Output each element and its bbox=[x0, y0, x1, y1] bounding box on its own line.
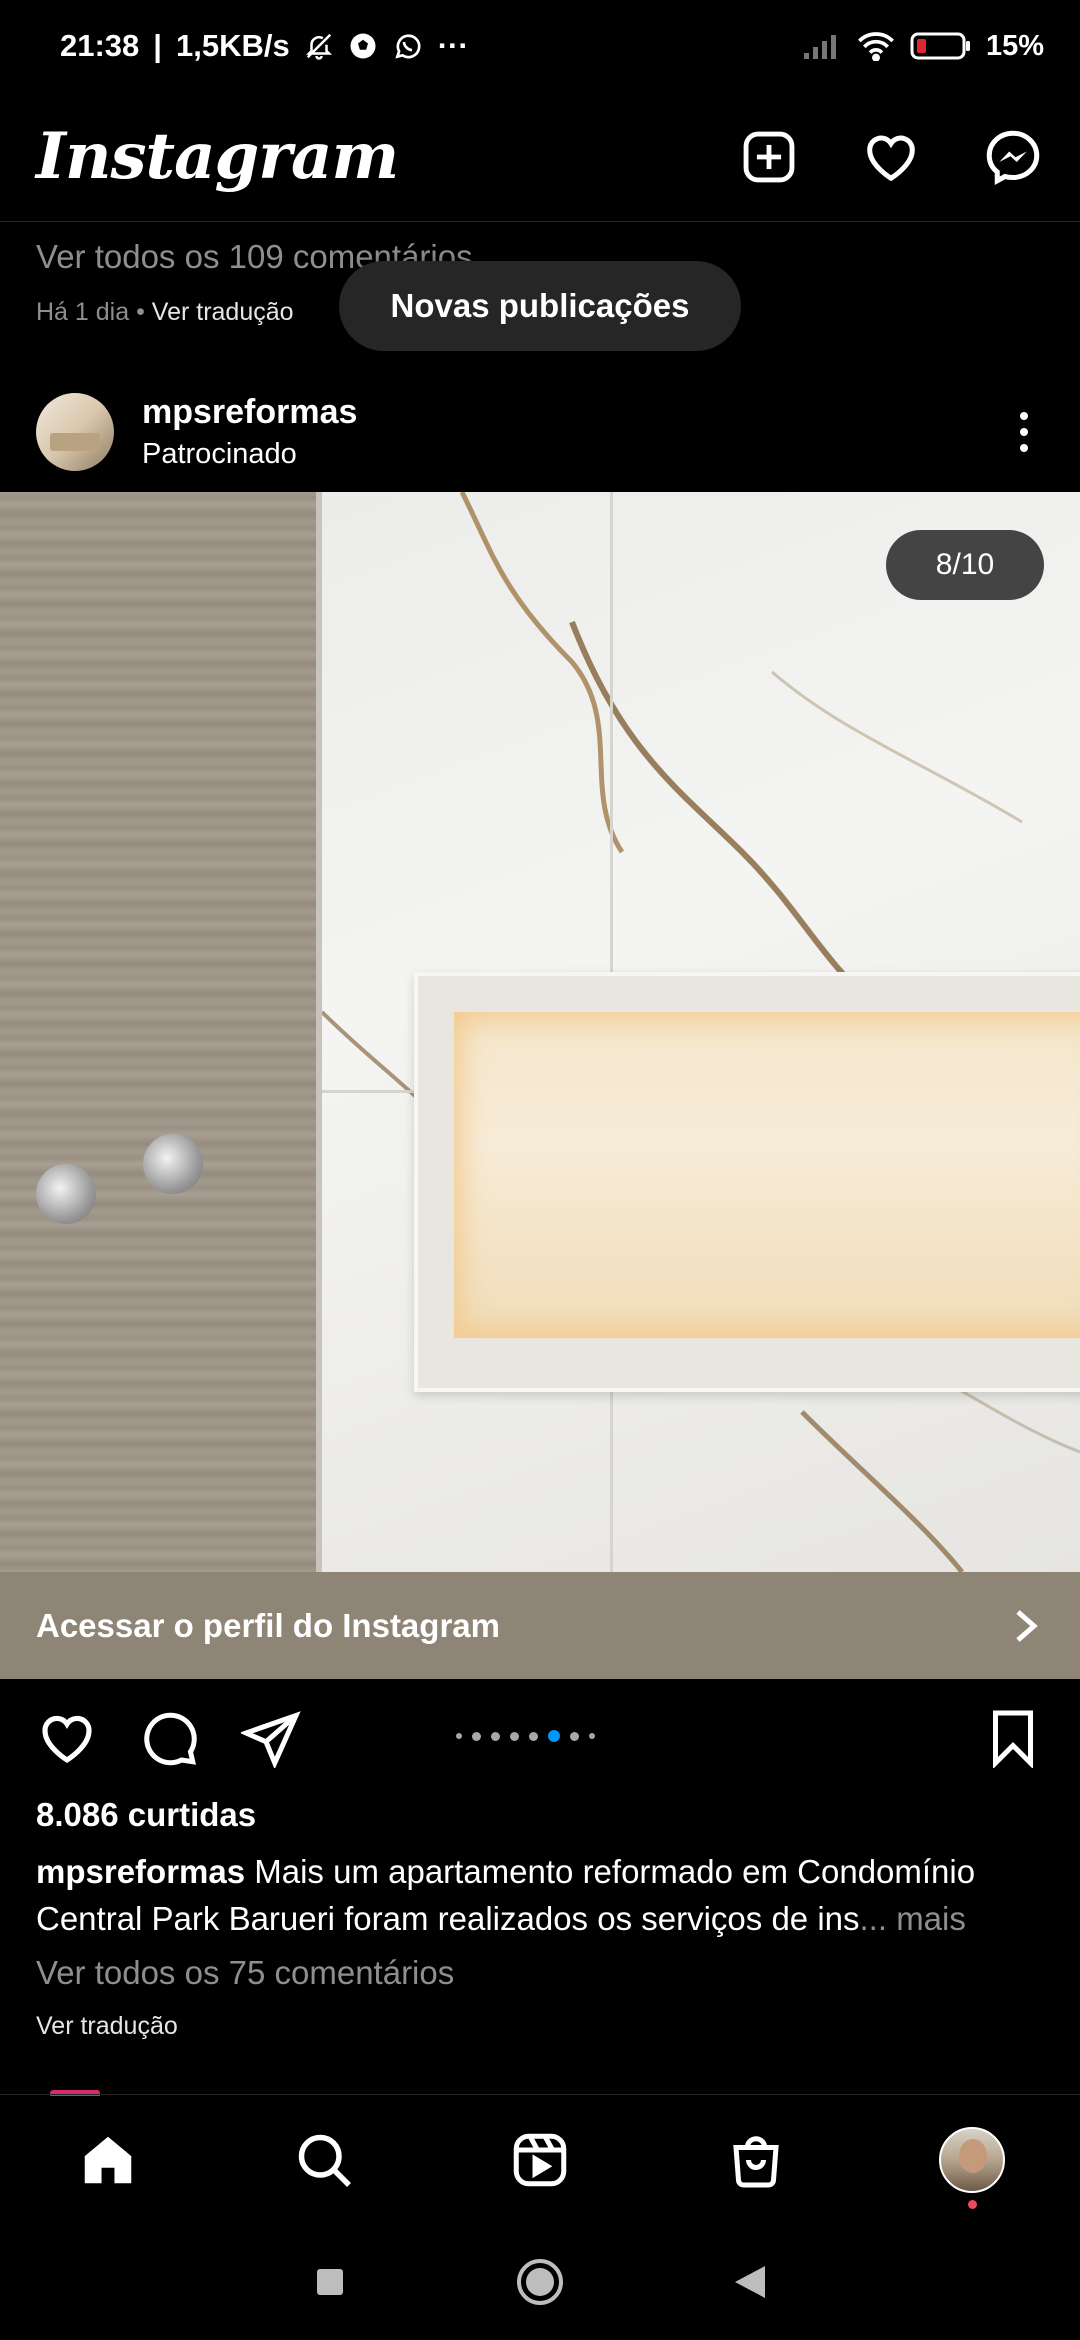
battery-icon bbox=[910, 31, 972, 61]
shower-valve-left bbox=[36, 1164, 96, 1224]
more-options-button[interactable] bbox=[1004, 402, 1044, 462]
caption-username[interactable]: mpsreformas bbox=[36, 1853, 245, 1890]
view-comments-link[interactable]: Ver todos os 75 comentários bbox=[36, 1954, 454, 1992]
status-overflow: ··· bbox=[437, 28, 469, 63]
wifi-icon bbox=[856, 31, 896, 61]
carousel-dot-active bbox=[548, 1730, 560, 1742]
new-post-icon bbox=[743, 131, 795, 182]
carousel-dot bbox=[529, 1731, 538, 1741]
post-caption: mpsreformas Mais um apartamento reformad… bbox=[36, 1848, 1046, 1942]
search-icon bbox=[298, 2134, 351, 2187]
previous-post-meta: Há 1 dia • Ver tradução bbox=[36, 298, 294, 326]
home-system-button[interactable] bbox=[510, 2252, 570, 2312]
nav-reels[interactable] bbox=[505, 2125, 575, 2195]
post-username[interactable]: mpsreformas bbox=[142, 393, 357, 432]
likes-count[interactable]: 8.086 curtidas bbox=[36, 1796, 256, 1834]
shop-icon bbox=[733, 2135, 779, 2187]
reels-icon bbox=[513, 2133, 567, 2186]
notification-dot bbox=[968, 2199, 977, 2209]
battery-percent: 15% bbox=[985, 29, 1044, 62]
cta-label: Acessar o perfil do Instagram bbox=[36, 1606, 500, 1644]
status-bar: 21:38 | 1,5KB/s ··· 15% bbox=[60, 28, 1044, 63]
status-time: 21:38 bbox=[60, 28, 140, 63]
nav-home[interactable] bbox=[73, 2125, 143, 2195]
messenger-icon bbox=[986, 130, 1040, 185]
soccer-ball-icon bbox=[348, 31, 378, 61]
comment-button[interactable] bbox=[138, 1707, 200, 1769]
profile-avatar bbox=[939, 2126, 1005, 2193]
home-circle-icon bbox=[517, 2259, 563, 2305]
carousel-counter: 8/10 bbox=[886, 530, 1044, 600]
system-nav-bar bbox=[0, 2224, 1080, 2340]
nav-profile[interactable] bbox=[937, 2125, 1007, 2209]
home-icon bbox=[84, 2136, 132, 2183]
shower-valve-right bbox=[143, 1134, 203, 1194]
recents-button[interactable] bbox=[300, 2252, 360, 2312]
heart-icon bbox=[867, 135, 915, 181]
carousel-dot bbox=[589, 1733, 595, 1739]
app-header: Instagram bbox=[0, 92, 1080, 222]
post-actions bbox=[0, 1700, 1080, 1776]
whatsapp-icon bbox=[392, 30, 424, 62]
recents-icon bbox=[317, 2269, 343, 2295]
share-button[interactable] bbox=[240, 1707, 302, 1769]
new-posts-button[interactable]: Novas publicações bbox=[339, 261, 741, 351]
nav-search[interactable] bbox=[289, 2125, 359, 2195]
carousel-dot bbox=[491, 1731, 500, 1741]
bell-off-icon bbox=[304, 31, 334, 61]
bottom-nav bbox=[0, 2094, 1080, 2224]
save-button[interactable] bbox=[982, 1707, 1044, 1769]
network-speed: 1,5KB/s bbox=[175, 28, 290, 63]
carousel-dot bbox=[510, 1731, 519, 1741]
post-header: mpsreformas Patrocinado bbox=[0, 372, 1080, 492]
more-icon bbox=[1020, 412, 1028, 420]
sponsored-label: Patrocinado bbox=[142, 438, 297, 470]
signal-icon bbox=[802, 31, 842, 61]
like-button[interactable] bbox=[36, 1707, 98, 1769]
caption-more-link[interactable]: ... mais bbox=[860, 1900, 966, 1937]
back-icon bbox=[735, 2266, 765, 2298]
post-avatar[interactable] bbox=[36, 393, 114, 471]
new-post-button[interactable] bbox=[738, 126, 800, 188]
post-image[interactable]: 8/10 bbox=[0, 492, 1080, 1572]
carousel-indicator bbox=[456, 1730, 595, 1742]
carousel-dot bbox=[570, 1731, 579, 1741]
carousel-dot bbox=[472, 1731, 481, 1741]
visit-profile-cta[interactable]: Acessar o perfil do Instagram bbox=[0, 1572, 1080, 1679]
lit-niche bbox=[414, 972, 1080, 1392]
back-button[interactable] bbox=[720, 2252, 780, 2312]
heart-icon bbox=[42, 1715, 92, 1763]
activity-button[interactable] bbox=[860, 126, 922, 188]
chevron-right-icon bbox=[1008, 1608, 1044, 1644]
previous-post-time: Há 1 dia bbox=[36, 298, 130, 326]
comment-icon bbox=[144, 1712, 197, 1766]
previous-translate-link[interactable]: Ver tradução bbox=[152, 298, 294, 326]
instagram-logo[interactable]: Instagram bbox=[36, 119, 399, 194]
send-icon bbox=[241, 1711, 301, 1768]
nav-shop[interactable] bbox=[721, 2125, 791, 2195]
bookmark-icon bbox=[993, 1710, 1033, 1768]
carousel-dot bbox=[456, 1733, 462, 1739]
wood-panel bbox=[0, 492, 318, 1572]
translate-link[interactable]: Ver tradução bbox=[36, 2012, 178, 2041]
messenger-button[interactable] bbox=[982, 126, 1044, 188]
